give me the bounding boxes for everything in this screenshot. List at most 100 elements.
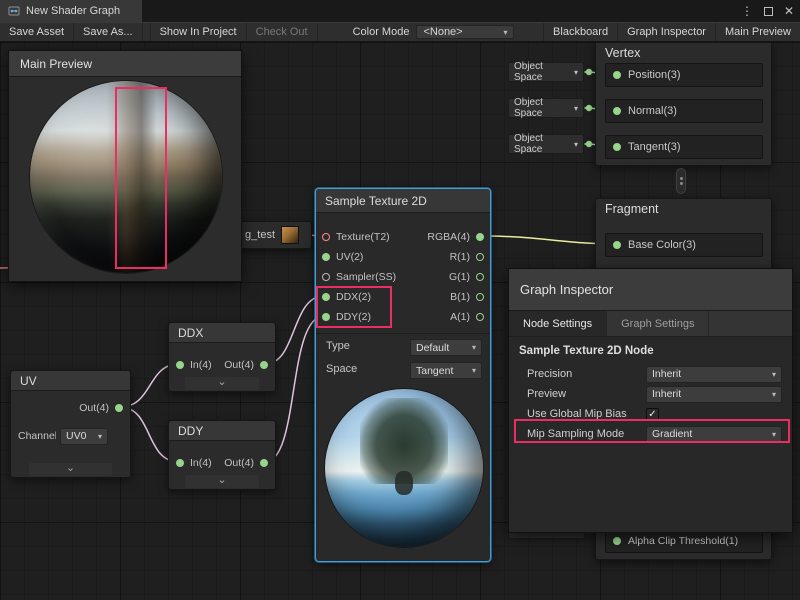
chevron-down-icon[interactable]: ⌄ <box>185 475 259 488</box>
ddy-title: DDY <box>169 421 275 441</box>
preview-label: Preview <box>519 388 646 400</box>
sample-space-dropdown[interactable]: Tangent ▾ <box>410 362 482 379</box>
uv-out-port[interactable] <box>115 404 123 412</box>
main-preview-body <box>9 77 241 281</box>
ddx-in-label: In(4) <box>190 359 212 371</box>
texture-input-port[interactable] <box>322 233 330 241</box>
color-mode-value: <None> <box>423 26 462 38</box>
sampler-input-port[interactable] <box>322 273 330 281</box>
save-as-button[interactable]: Save As... <box>74 23 143 41</box>
ddx-title: DDX <box>169 323 275 343</box>
b-output-label: B(1) <box>450 291 470 303</box>
ddx-out-port[interactable] <box>260 361 268 369</box>
sample-preview-sphere[interactable] <box>325 389 483 547</box>
tangent-port[interactable] <box>613 143 621 151</box>
ddy-input-port[interactable] <box>322 313 330 321</box>
uv-out-row: Out(4) <box>79 398 123 418</box>
b-output-port[interactable] <box>476 293 484 301</box>
alphaclip-label: Alpha Clip Threshold(1) <box>628 535 738 547</box>
caret-down-icon: ▾ <box>574 68 578 77</box>
main-preview-sphere[interactable] <box>30 81 222 273</box>
uv-input-label: UV(2) <box>336 251 363 263</box>
rgba-output-port[interactable] <box>476 233 484 241</box>
r-output-port[interactable] <box>476 253 484 261</box>
preview-dropdown[interactable]: Inherit ▾ <box>646 386 782 403</box>
fragment-title: Fragment <box>596 199 771 219</box>
a-output-port[interactable] <box>476 313 484 321</box>
normal-port[interactable] <box>613 107 621 115</box>
title-bar: New Shader Graph ⋮ ✕ <box>0 0 800 22</box>
position-port[interactable] <box>613 71 621 79</box>
inspector-tab-bar: Node Settings Graph Settings <box>509 311 792 337</box>
ddy-in-label: In(4) <box>190 457 212 469</box>
caret-down-icon: ▾ <box>503 28 507 37</box>
chevron-down-icon[interactable]: ⌄ <box>29 463 112 476</box>
caret-down-icon: ▾ <box>98 432 102 441</box>
normal-space-dropdown[interactable]: Object Space ▾ <box>508 98 584 118</box>
maximize-icon[interactable] <box>764 7 773 16</box>
uv-channel-dropdown[interactable]: UV0 ▾ <box>60 428 108 445</box>
sample-space-label: Space <box>326 363 357 375</box>
chevron-down-icon[interactable]: ⌄ <box>185 377 259 390</box>
position-label: Position(3) <box>628 69 681 81</box>
sample-node-title: Sample Texture 2D <box>316 189 490 213</box>
show-in-project-button[interactable]: Show In Project <box>150 23 247 41</box>
mip-bias-checkbox[interactable]: ✓ <box>646 408 659 421</box>
position-space-value: Object Space <box>514 61 569 83</box>
sample-texture-2d-node[interactable]: Sample Texture 2D Texture(T2) UV(2) Samp… <box>315 188 491 562</box>
tab-node-settings[interactable]: Node Settings <box>509 311 607 336</box>
main-preview-header[interactable]: Main Preview <box>9 51 241 77</box>
ddx-input-port[interactable] <box>322 293 330 301</box>
ddy-node[interactable]: DDY In(4) Out(4) ⌄ <box>168 420 276 490</box>
color-mode-label: Color Mode <box>346 23 417 41</box>
ddy-out-port[interactable] <box>260 459 268 467</box>
blackboard-toggle-button[interactable]: Blackboard <box>543 23 617 41</box>
main-preview-toggle-button[interactable]: Main Preview <box>715 23 800 41</box>
precision-dropdown[interactable]: Inherit ▾ <box>646 366 782 383</box>
uv-title: UV <box>11 371 130 391</box>
tangent-label: Tangent(3) <box>628 141 681 153</box>
document-tab[interactable]: New Shader Graph <box>0 0 142 22</box>
g-output-port[interactable] <box>476 273 484 281</box>
ddy-in-row: In(4) <box>176 453 212 473</box>
tab-graph-settings[interactable]: Graph Settings <box>607 311 709 336</box>
close-icon[interactable]: ✕ <box>784 4 794 18</box>
vertex-block[interactable]: Vertex Position(3) Normal(3) Tangent(3) <box>595 42 772 166</box>
vertex-row-normal[interactable]: Normal(3) <box>605 99 763 123</box>
window-controls: ⋮ ✕ <box>741 0 794 22</box>
ddy-in-port[interactable] <box>176 459 184 467</box>
normal-space-value: Object Space <box>514 97 569 119</box>
toolbar: Save Asset Save As... Show In Project Ch… <box>0 22 800 42</box>
tangent-space-dropdown[interactable]: Object Space ▾ <box>508 134 584 154</box>
texture-thumbnail <box>281 226 299 244</box>
main-preview-panel[interactable]: Main Preview <box>8 50 242 282</box>
graph-inspector-panel[interactable]: Graph Inspector Node Settings Graph Sett… <box>508 268 793 533</box>
ddx-node[interactable]: DDX In(4) Out(4) ⌄ <box>168 322 276 392</box>
shader-graph-icon <box>8 5 20 17</box>
sample-type-dropdown[interactable]: Default ▾ <box>410 339 482 356</box>
ddx-input-label: DDX(2) <box>336 291 371 303</box>
caret-down-icon: ▾ <box>472 343 476 352</box>
fragment-row-basecolor[interactable]: Base Color(3) <box>605 233 763 257</box>
precision-label: Precision <box>519 368 646 380</box>
ddx-out-row: Out(4) <box>224 355 268 375</box>
mip-mode-dropdown[interactable]: Gradient ▾ <box>646 426 782 443</box>
tab-title: New Shader Graph <box>26 5 120 17</box>
vertex-row-tangent[interactable]: Tangent(3) <box>605 135 763 159</box>
color-mode-dropdown[interactable]: <None> ▾ <box>416 25 514 39</box>
uv-node[interactable]: UV Out(4) Channel UV0 ▾ ⌄ <box>10 370 131 478</box>
normal-label: Normal(3) <box>628 105 677 117</box>
ddx-in-port[interactable] <box>176 361 184 369</box>
vertex-row-position[interactable]: Position(3) <box>605 63 763 87</box>
position-space-dropdown[interactable]: Object Space ▾ <box>508 62 584 82</box>
graph-inspector-header[interactable]: Graph Inspector <box>509 269 792 311</box>
alphaclip-port[interactable] <box>613 537 621 545</box>
graph-inspector-toggle-button[interactable]: Graph Inspector <box>617 23 715 41</box>
uv-input-port[interactable] <box>322 253 330 261</box>
save-asset-button[interactable]: Save Asset <box>0 23 74 41</box>
menu-icon[interactable]: ⋮ <box>741 4 753 18</box>
ddy-out-label: Out(4) <box>224 457 254 469</box>
basecolor-port[interactable] <box>613 241 621 249</box>
sampler-input-label: Sampler(SS) <box>336 271 396 283</box>
stack-connector <box>676 168 686 194</box>
